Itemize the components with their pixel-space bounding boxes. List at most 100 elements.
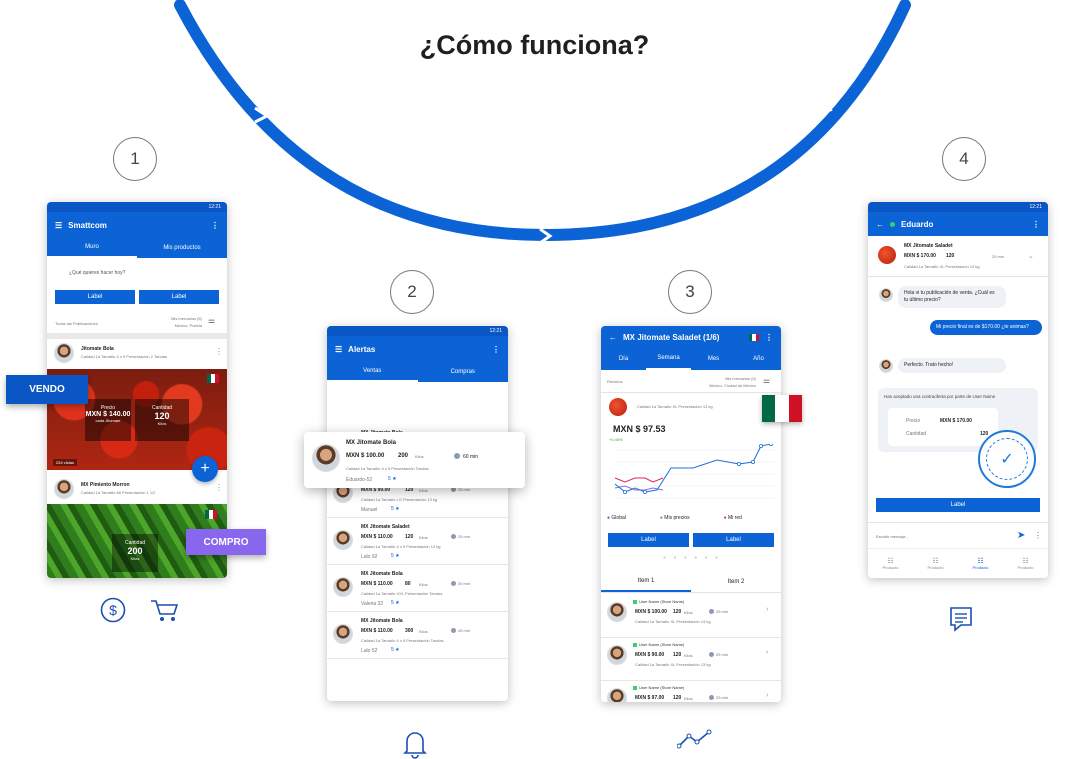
online-status-icon [890,221,895,227]
bottom-nav-item[interactable]: ☷ Producto [958,549,1003,578]
chevron-right-icon[interactable]: › [766,692,768,699]
message-input[interactable]: Escribir mensaje... [876,534,909,539]
divider [47,333,227,339]
product-price: MXN $ 170.00 [904,253,936,259]
more-icon[interactable]: ⋮ [215,347,223,356]
popup-title: MX Jitomate Bola [346,440,397,446]
menu-icon[interactable]: ☰ [335,345,342,354]
label-button-2[interactable]: Label [693,533,774,547]
more-icon[interactable]: ⋮ [215,483,223,492]
price-line-chart [613,444,775,499]
label-button-1[interactable]: Label [55,290,135,304]
status-dot-icon [633,686,637,690]
tab-bar: Muro Mis productos [47,238,227,258]
post-meta: Calidad 1a Tamaño 88 Presentación 1 1/2 [81,490,156,495]
popup-price: MXN $ 100.00 [346,453,385,459]
popup-rating: 5 ★ [388,476,397,482]
filter-left: Recintos [607,379,623,384]
popup-user: Eduardo-52 [346,477,373,483]
tab-compras[interactable]: Compras [418,362,509,382]
chevron-down-icon[interactable]: ⌄ [1028,252,1034,260]
bottom-nav: ☷ Producto ☷ Producto ☷ Producto ☷ Producto [868,548,1048,578]
back-arrow-icon[interactable]: ← [876,220,884,229]
nav-label: Producto [972,565,989,570]
item-rating: 5 ★ [391,647,400,653]
more-icon[interactable]: ⋮ [765,333,773,342]
status-bar: 12:21 [327,326,508,336]
item-rating: 5 ★ [391,506,400,512]
tab-muro[interactable]: Muro [47,238,137,258]
row-time: 25 min [716,609,729,614]
more-icon[interactable]: ⋮ [1032,220,1040,229]
back-arrow-icon[interactable]: ← [609,333,617,342]
phone-chat: 12:21 ← Eduardo ⋮ MX Jitomate Saladet MX… [868,202,1048,578]
more-icon[interactable]: ⋮ [1034,531,1042,540]
seller-list-item[interactable]: User Name (Store Name) MXN $ 90.00 120 K… [601,639,781,681]
status-dot-icon [633,600,637,604]
tab-mis-productos[interactable]: Mis productos [137,238,227,258]
more-icon[interactable]: ⋮ [492,345,500,354]
label-button-2[interactable]: Label [139,290,219,304]
bottom-nav-item[interactable]: ☷ Producto [1003,549,1048,578]
tab-item-2[interactable]: Item 2 [691,571,781,592]
filter-icon[interactable]: ⚌ [763,376,770,385]
sub-tabs: Item 1 Item 2 [601,571,781,593]
avatar[interactable] [54,343,74,363]
tab-ventas[interactable]: Ventas [327,362,418,382]
chevron-right-icon[interactable]: › [766,606,768,613]
clock-icon [451,534,456,539]
mexico-flag-icon [749,333,759,341]
product-title: MX Jitomate Saladet [904,243,953,249]
app-bar: ☰ Alertas ⋮ [327,336,508,362]
divider [868,276,1048,277]
clock-icon [451,628,456,633]
label-button-1[interactable]: Label [608,533,689,547]
menu-icon[interactable]: ☰ [55,221,62,230]
label-button[interactable]: Label [876,498,1040,512]
avatar [312,444,340,472]
app-bar: ← MX Jitomate Saladet (1/6) ⋮ [601,326,781,348]
rating-value: 5 [391,600,394,606]
send-icon[interactable]: ➤ [1017,530,1025,541]
tab-dia[interactable]: Día [601,348,646,370]
seller-list-item[interactable]: User Name (Store Name) MXN $ 97.00 120 K… [601,682,781,702]
filter-location: México, Ciudad de México [709,383,756,388]
avatar[interactable] [54,479,74,499]
rating-value: 5 [388,476,391,482]
question-text: ¿Qué quieres hacer hoy? [69,270,126,276]
post-title: Jitomate Bola [81,346,114,352]
alert-popup-card[interactable]: MX Jitomate Bola MXN $ 100.00 200 Kilos … [304,432,525,488]
row-unit: Kilos [684,653,693,658]
add-fab-button[interactable]: + [192,456,218,482]
divider [868,522,1048,523]
tab-semana[interactable]: Semana [646,348,691,370]
compro-badge: COMPRO [186,529,266,555]
message-incoming: Perfecto. Trato hecho! [898,358,1006,373]
status-bar: 12:21 [868,202,1048,212]
status-dot-icon [633,643,637,647]
price-box: Precio MXN $ 140.00 cada Jitomate [85,399,131,441]
filter-icon[interactable]: ⚌ [208,316,215,325]
bottom-nav-item[interactable]: ☷ Producto [868,549,913,578]
item-qty: 300 [405,628,414,634]
cantidad-label: Cantidad [906,431,927,437]
app-bar: ☰ Smattcom ⋮ [47,212,227,238]
legend-label: Mi red [728,515,742,521]
chevron-right-icon[interactable]: › [766,649,768,656]
product-qty: 120 [946,253,955,259]
seller-list-item[interactable]: User Name (Store Name) MXN $ 100.00 120 … [601,596,781,638]
avatar [879,359,893,373]
alert-list-item[interactable]: MX Jitomate Bola MXN $ 110.00 80 Kilos 3… [327,565,508,612]
alert-list-item[interactable]: MX Jitomate Saladet MXN $ 110.00 120 Kil… [327,518,508,565]
step-number-4: 4 [942,137,986,181]
tab-item-1[interactable]: Item 1 [601,571,691,592]
bottom-nav-item[interactable]: ☷ Producto [913,549,958,578]
alert-list-item[interactable]: MX Jitomate Bola MXN $ 110.00 300 Kilos … [327,612,508,659]
item-price: MXN $ 110.00 [361,534,393,540]
mexico-flag-icon [207,374,219,383]
qty-value: 120 [154,411,170,421]
more-icon[interactable]: ⋮ [211,221,219,230]
price-sub: cada Jitomate [95,418,121,423]
tab-ano[interactable]: Año [736,348,781,370]
tab-mes[interactable]: Mes [691,348,736,370]
